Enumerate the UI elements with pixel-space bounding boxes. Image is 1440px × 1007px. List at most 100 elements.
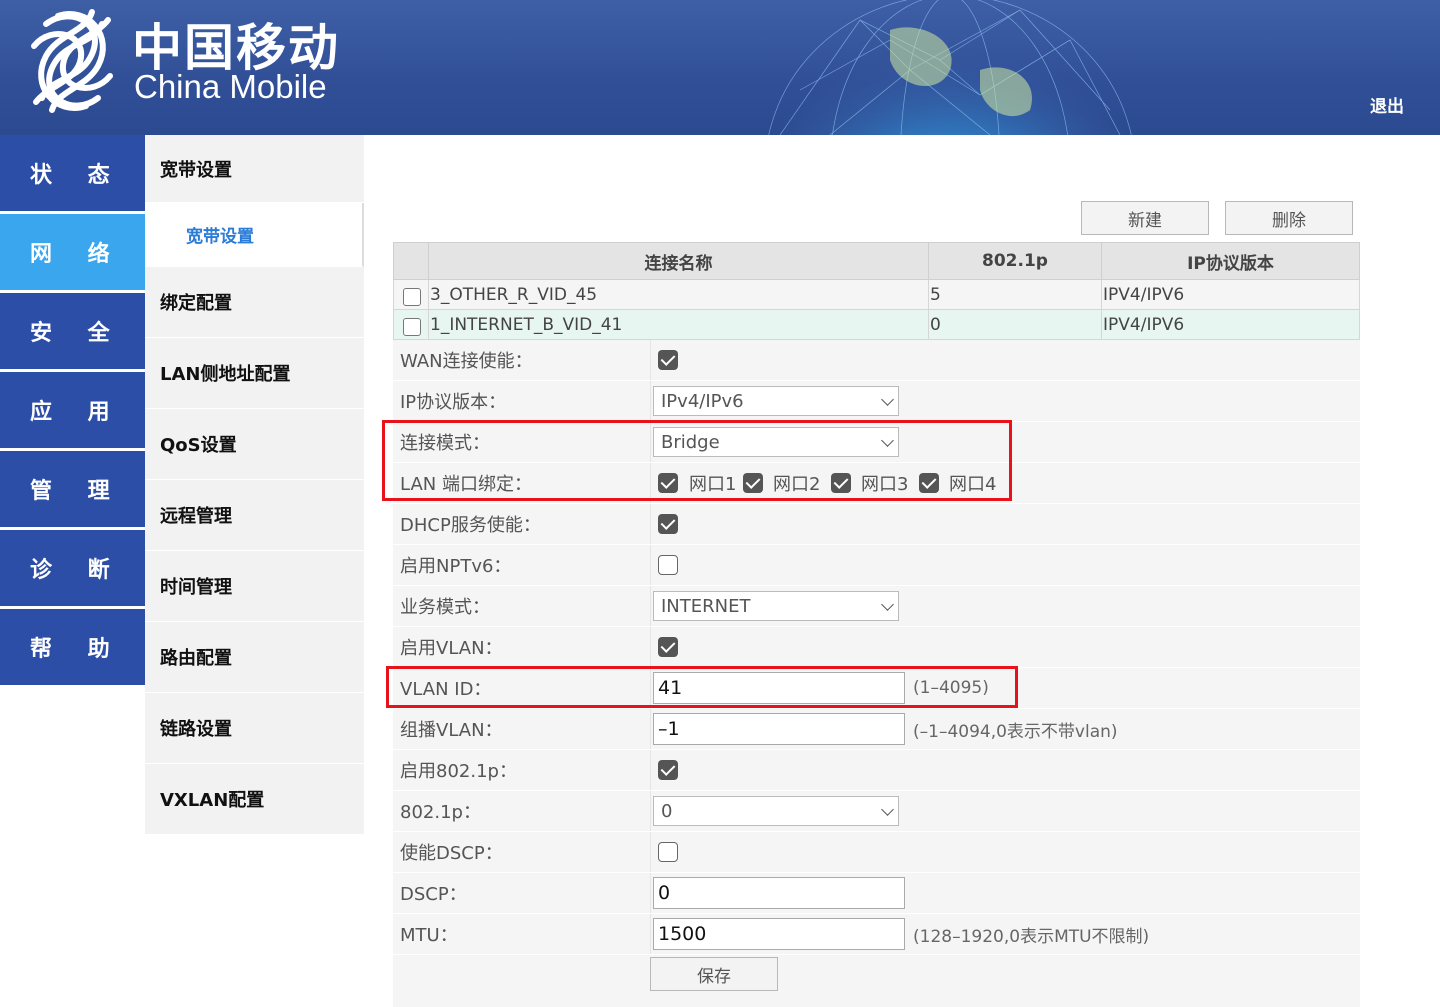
dhcp-label: DHCP服务使能：: [400, 515, 541, 536]
main-nav: 状 态 网 络 安 全 应 用 管 理 诊 断 帮 助: [0, 135, 145, 688]
row-dhcp: DHCP服务使能：: [393, 504, 1360, 545]
subnav-time-management[interactable]: 时间管理: [145, 551, 364, 622]
nav-item-application[interactable]: 应 用: [0, 372, 145, 451]
wan-enable-label: WAN连接使能：: [400, 351, 533, 372]
vlan-enable-checkbox[interactable]: [658, 637, 678, 657]
conn-mode-value: Bridge: [661, 431, 720, 453]
p8021-label: 802.1p：: [400, 802, 481, 823]
row-vlan-id: VLAN ID： 41 (1–4095): [393, 668, 1360, 709]
delete-button[interactable]: 删除: [1225, 201, 1353, 235]
subnav-routing[interactable]: 路由配置: [145, 622, 364, 693]
table-header-select: [393, 242, 429, 280]
row-name[interactable]: 3_OTHER_R_VID_45: [428, 279, 929, 310]
wan-config-form: WAN连接使能： IP协议版本： IPv4/IPv6 连接模式： Bridge …: [393, 340, 1360, 1007]
nav-item-network[interactable]: 网 络: [0, 214, 145, 293]
row-8021p: 5: [928, 279, 1102, 310]
chevron-down-icon: [881, 803, 894, 816]
nav-item-help[interactable]: 帮 助: [0, 609, 145, 688]
port4-label: 网口4: [949, 474, 997, 495]
row-nptv6: 启用NPTv6：: [393, 545, 1360, 586]
row-select-checkbox[interactable]: [403, 287, 421, 306]
china-mobile-logo-icon: [31, 9, 113, 113]
ip-version-value: IPv4/IPv6: [661, 390, 744, 412]
subnav-broadband-settings[interactable]: 宽带设置: [159, 203, 364, 267]
port1-checkbox[interactable]: [658, 473, 678, 493]
p8021-enable-checkbox[interactable]: [658, 760, 678, 780]
row-8021p: 0: [928, 309, 1102, 340]
subnav-broadband-group[interactable]: 宽带设置: [145, 135, 364, 203]
nav-item-diagnosis[interactable]: 诊 断: [0, 530, 145, 609]
port2-label: 网口2: [773, 474, 821, 495]
port3-label: 网口3: [861, 474, 909, 495]
sub-nav: 宽带设置 宽带设置 绑定配置 LAN侧地址配置 QoS设置 远程管理 时间管理 …: [145, 135, 364, 835]
chevron-down-icon: [881, 434, 894, 447]
row-service-mode: 业务模式： INTERNET: [393, 586, 1360, 627]
p8021-select[interactable]: 0: [653, 796, 899, 826]
service-mode-value: INTERNET: [661, 595, 751, 617]
table-row[interactable]: 1_INTERNET_B_VID_41 0 IPV4/IPV6: [393, 309, 1360, 340]
nptv6-checkbox[interactable]: [658, 555, 678, 575]
row-select-checkbox[interactable]: [403, 317, 421, 336]
subnav-remote-management[interactable]: 远程管理: [145, 480, 364, 551]
subnav-vxlan[interactable]: VXLAN配置: [145, 764, 364, 835]
conn-mode-label: 连接模式：: [400, 433, 490, 454]
table-header-name: 连接名称: [428, 242, 929, 280]
mtu-label: MTU：: [400, 925, 458, 946]
chevron-down-icon: [881, 598, 894, 611]
nav-item-security[interactable]: 安 全: [0, 293, 145, 372]
service-mode-label: 业务模式：: [400, 597, 490, 618]
globe-icon: [768, 0, 1132, 135]
subnav-link-settings[interactable]: 链路设置: [145, 693, 364, 764]
row-mcast-vlan: 组播VLAN： –1 (–1–4094,0表示不带vlan): [393, 709, 1360, 750]
row-lan-bind: LAN 端口绑定： 网口1 网口2 网口3 网口4: [393, 463, 1360, 504]
save-button[interactable]: 保存: [650, 957, 778, 991]
dscp-enable-checkbox[interactable]: [658, 842, 678, 862]
row-dscp: DSCP： 0: [393, 873, 1360, 914]
service-mode-select[interactable]: INTERNET: [653, 591, 899, 621]
logout-link[interactable]: 退出: [1370, 92, 1404, 117]
connection-table: 连接名称 802.1p IP协议版本 3_OTHER_R_VID_45 5 IP…: [393, 242, 1360, 340]
dscp-enable-label: 使能DSCP：: [400, 843, 503, 864]
vlan-id-hint: (1–4095): [913, 678, 989, 698]
dhcp-checkbox[interactable]: [658, 514, 678, 534]
nav-item-management[interactable]: 管 理: [0, 451, 145, 530]
ip-version-select[interactable]: IPv4/IPv6: [653, 386, 899, 416]
port2-checkbox[interactable]: [743, 473, 763, 493]
row-ip-version: IPV4/IPV6: [1101, 279, 1360, 310]
wan-enable-checkbox[interactable]: [658, 350, 678, 370]
subnav-binding[interactable]: 绑定配置: [145, 267, 364, 338]
row-dscp-enable: 使能DSCP：: [393, 832, 1360, 873]
subnav-qos[interactable]: QoS设置: [145, 409, 364, 480]
row-8021p-enable: 启用802.1p：: [393, 750, 1360, 791]
row-ip-version: IPV4/IPV6: [1101, 309, 1360, 340]
row-ip-version: IP协议版本： IPv4/IPv6: [393, 381, 1360, 422]
mtu-hint: (128–1920,0表示MTU不限制): [913, 926, 1150, 947]
lan-bind-label: LAN 端口绑定：: [400, 474, 532, 495]
vlan-id-label: VLAN ID：: [400, 679, 492, 700]
new-button[interactable]: 新建: [1081, 201, 1209, 235]
row-8021p: 802.1p： 0: [393, 791, 1360, 832]
vlan-id-input[interactable]: 41: [653, 672, 905, 704]
table-header-ip-version: IP协议版本: [1101, 242, 1360, 280]
mcast-vlan-label: 组播VLAN：: [400, 720, 503, 741]
brand-name-en: China Mobile: [134, 68, 327, 105]
row-save: 保存: [393, 955, 1360, 1007]
mtu-input[interactable]: 1500: [653, 918, 905, 950]
p8021-enable-label: 启用802.1p：: [400, 761, 517, 782]
mcast-vlan-hint: (–1–4094,0表示不带vlan): [913, 721, 1118, 742]
port4-checkbox[interactable]: [919, 473, 939, 493]
header: 中国移动 China Mobile 退出: [0, 0, 1440, 135]
dscp-label: DSCP：: [400, 884, 467, 905]
dscp-input[interactable]: 0: [653, 877, 905, 909]
row-name[interactable]: 1_INTERNET_B_VID_41: [428, 309, 929, 340]
mcast-vlan-input[interactable]: –1: [653, 713, 905, 745]
table-header-8021p: 802.1p: [928, 242, 1102, 280]
p8021-value: 0: [661, 800, 673, 822]
row-wan-enable: WAN连接使能：: [393, 340, 1360, 381]
table-row[interactable]: 3_OTHER_R_VID_45 5 IPV4/IPV6: [393, 279, 1360, 310]
subnav-lan-address[interactable]: LAN侧地址配置: [145, 338, 364, 409]
vlan-enable-label: 启用VLAN：: [400, 638, 503, 659]
port3-checkbox[interactable]: [831, 473, 851, 493]
nav-item-status[interactable]: 状 态: [0, 135, 145, 214]
conn-mode-select[interactable]: Bridge: [653, 427, 899, 457]
